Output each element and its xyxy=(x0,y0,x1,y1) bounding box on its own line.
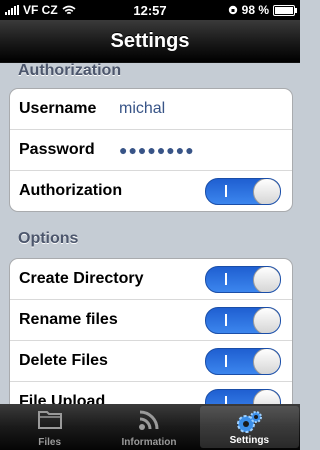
tab-files-label: Files xyxy=(38,437,62,448)
status-right: 98 % xyxy=(228,3,297,17)
file-upload-row: File Upload xyxy=(10,381,292,404)
create-directory-row: Create Directory xyxy=(10,259,292,299)
toggle-knob xyxy=(253,390,280,404)
password-row[interactable]: Password ●●●●●●●● xyxy=(10,129,292,170)
toggle-knob xyxy=(253,349,280,374)
rename-files-label: Rename files xyxy=(19,311,118,328)
toggle-on-mark xyxy=(225,355,227,367)
page-title: Settings xyxy=(110,30,190,52)
section-header-authorization: Authorization xyxy=(18,62,122,79)
password-field[interactable]: ●●●●●●●● xyxy=(119,130,195,170)
username-field[interactable]: michal xyxy=(119,89,165,129)
file-upload-toggle[interactable] xyxy=(205,389,281,404)
username-row[interactable]: Username michal xyxy=(10,89,292,129)
rotation-lock-icon xyxy=(228,5,237,15)
status-bar: VF CZ 12:57 98 % xyxy=(0,0,300,20)
password-label: Password xyxy=(19,141,95,158)
section-header-options: Options xyxy=(18,230,79,247)
toggle-on-mark xyxy=(225,185,227,197)
rename-files-toggle[interactable] xyxy=(205,307,281,334)
toggle-knob xyxy=(253,179,280,204)
delete-files-row: Delete Files xyxy=(10,340,292,381)
tab-information[interactable]: Information xyxy=(99,404,198,450)
delete-files-toggle[interactable] xyxy=(205,348,281,375)
navigation-bar: Settings xyxy=(0,20,300,63)
gears-icon xyxy=(237,411,263,433)
toggle-knob xyxy=(253,308,280,333)
battery-icon xyxy=(273,4,297,16)
toggle-on-mark xyxy=(225,273,227,285)
tab-settings[interactable]: Settings xyxy=(199,406,299,448)
authorization-toggle[interactable] xyxy=(205,178,281,205)
authorization-row: Authorization xyxy=(10,170,292,211)
create-directory-label: Create Directory xyxy=(19,270,144,287)
toggle-on-mark xyxy=(225,314,227,326)
tab-settings-label: Settings xyxy=(229,435,270,446)
folder-icon xyxy=(37,411,62,429)
settings-list[interactable]: Authorization Username michal Password ●… xyxy=(0,62,300,404)
authorization-label: Authorization xyxy=(19,182,123,199)
username-label: Username xyxy=(19,100,97,117)
rename-files-row: Rename files xyxy=(10,299,292,340)
battery-percent: 98 % xyxy=(241,3,269,17)
toggle-knob xyxy=(253,267,280,292)
rss-icon xyxy=(138,410,159,430)
tab-information-label: Information xyxy=(121,437,177,448)
options-group: Create Directory Rename files Delete Fil… xyxy=(9,258,293,404)
tab-bar: Files Information Settings xyxy=(0,404,300,450)
authorization-group: Username michal Password ●●●●●●●● Author… xyxy=(9,88,293,212)
create-directory-toggle[interactable] xyxy=(205,266,281,293)
file-upload-label: File Upload xyxy=(19,393,106,404)
tab-files[interactable]: Files xyxy=(0,404,99,450)
delete-files-label: Delete Files xyxy=(19,352,108,369)
toggle-on-mark xyxy=(225,396,227,404)
